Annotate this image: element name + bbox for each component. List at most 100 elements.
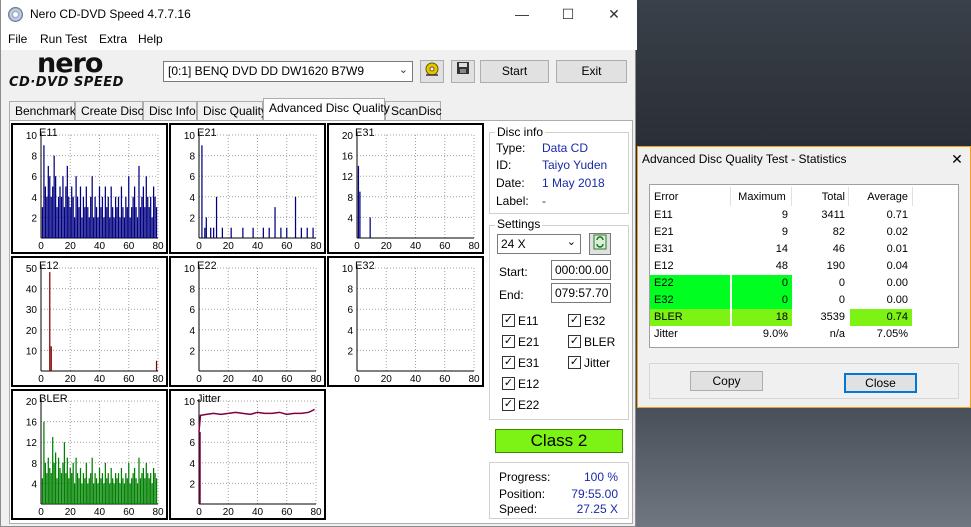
data-bar <box>139 207 142 238</box>
tab-benchmark[interactable]: Benchmark <box>9 101 76 120</box>
label-label: Label: <box>496 194 529 208</box>
checkbox-label: E32 <box>584 314 606 328</box>
menu-run-test[interactable]: Run Test <box>40 32 87 46</box>
y-tick-label: 2 <box>189 346 195 357</box>
checkbox-box[interactable]: ✓ <box>568 356 581 369</box>
end-time-field[interactable]: 079:57.70 <box>551 283 611 303</box>
x-tick-label: 20 <box>65 507 77 518</box>
data-bar <box>88 217 90 238</box>
exit-button[interactable]: Exit <box>556 60 627 83</box>
close-button[interactable]: Close <box>844 373 917 393</box>
menu-help[interactable]: Help <box>138 32 163 46</box>
x-tick-label: 40 <box>252 374 264 385</box>
y-tick-label: 16 <box>342 152 354 163</box>
stats-cell: E12 <box>654 260 674 272</box>
disc-info-heading: Disc info <box>495 125 546 139</box>
data-bar <box>63 442 66 504</box>
y-tick-label: 8 <box>31 152 37 163</box>
eject-button[interactable] <box>420 60 444 83</box>
drive-select[interactable]: [0:1] BENQ DVD DD DW1620 B7W9 ⌄ <box>163 61 413 82</box>
data-bar <box>62 462 64 504</box>
checkbox-box[interactable]: ✓ <box>568 314 581 327</box>
close-window-button[interactable]: ✕ <box>591 0 637 29</box>
stats-cell: 18 <box>732 309 792 326</box>
stats-cell: 0 <box>732 292 792 309</box>
e11-chart: E11 2 4 6 8 10 0 20 40 60 80 <box>11 123 168 254</box>
speed-select[interactable]: 24 X ⌄ <box>497 234 581 254</box>
data-bar <box>98 186 101 238</box>
data-bar <box>91 176 93 238</box>
data-bar <box>104 462 106 504</box>
data-bar <box>113 483 115 504</box>
checkbox-box[interactable]: ✓ <box>568 335 581 348</box>
data-bar <box>107 196 109 238</box>
stats-cell: 0.04 <box>886 260 908 272</box>
tab-scandisc[interactable]: ScanDisc <box>385 101 442 120</box>
refresh-speed-button[interactable] <box>589 233 611 255</box>
x-tick-label: 0 <box>196 374 202 385</box>
save-button[interactable] <box>451 60 475 83</box>
checkbox-box[interactable]: ✓ <box>502 335 515 348</box>
data-bar <box>136 217 139 238</box>
data-bar <box>50 196 52 238</box>
data-bar <box>53 155 55 238</box>
checkbox-box[interactable]: ✓ <box>502 356 515 369</box>
data-bar <box>131 207 133 238</box>
stats-cell: 0.00 <box>886 277 908 289</box>
y-tick-label: 4 <box>347 326 353 337</box>
x-tick-label: 0 <box>354 374 360 385</box>
x-tick-label: 20 <box>381 374 393 385</box>
maximize-button[interactable]: ☐ <box>545 0 591 29</box>
checkbox-label: E21 <box>518 335 540 349</box>
x-tick-label: 80 <box>310 241 322 252</box>
data-bar <box>145 462 147 504</box>
start-button[interactable]: Start <box>480 60 549 83</box>
checkbox-box[interactable]: ✓ <box>502 314 515 327</box>
minimize-button[interactable]: — <box>499 0 545 29</box>
nero-logo: nero CD·DVD SPEED <box>9 48 159 90</box>
stats-cell: 82 <box>832 226 845 238</box>
x-tick-label: 20 <box>381 241 393 252</box>
date-value: 1 May 2018 <box>542 176 605 190</box>
position-label: Position: <box>499 487 546 501</box>
stats-header-cell: Total <box>821 191 845 203</box>
x-tick-label: 20 <box>223 374 235 385</box>
menu-extra[interactable]: Extra <box>99 32 127 46</box>
checkbox-box[interactable]: ✓ <box>502 377 515 390</box>
data-bar <box>95 207 98 238</box>
data-bar <box>242 227 244 238</box>
data-bar <box>101 473 104 504</box>
tab-advanced-disc-quality[interactable]: Advanced Disc Quality <box>263 98 390 120</box>
x-tick-label: 0 <box>354 241 360 252</box>
eject-icon <box>425 62 439 76</box>
data-bar <box>151 217 153 238</box>
menu-file[interactable]: File <box>8 32 27 46</box>
data-bar <box>49 176 51 238</box>
statistics-close-icon-button[interactable]: ✕ <box>946 149 968 169</box>
data-bar <box>145 176 147 238</box>
data-bar <box>47 165 49 238</box>
start-time-field[interactable]: 000:00.00 <box>551 260 611 280</box>
y-tick-label: 2 <box>189 213 195 224</box>
y-tick-label: 10 <box>342 264 354 275</box>
y-tick-label: 4 <box>347 213 353 224</box>
stats-column-separator <box>730 187 731 206</box>
data-bar <box>81 217 83 238</box>
tab-create-disc[interactable]: Create Disc <box>75 101 144 120</box>
tab-disc-quality[interactable]: Disc Quality <box>197 101 267 120</box>
data-bar <box>123 483 125 504</box>
data-bar <box>201 145 203 238</box>
data-bar <box>106 478 108 504</box>
data-bar <box>88 478 90 504</box>
y-tick-label: 4 <box>189 193 195 204</box>
title-bar[interactable]: Nero CD-DVD Speed 4.7.7.16 — ☐ ✕ <box>1 0 637 29</box>
tab-disc-info[interactable]: Disc Info <box>143 101 197 120</box>
data-bar <box>87 483 89 504</box>
y-tick-label: 2 <box>347 346 353 357</box>
stats-cell: E21 <box>654 226 674 238</box>
x-tick-label: 40 <box>410 241 422 252</box>
copy-button[interactable]: Copy <box>690 371 763 391</box>
data-bar <box>60 473 63 504</box>
x-tick-label: 40 <box>94 374 106 385</box>
checkbox-box[interactable]: ✓ <box>502 398 515 411</box>
